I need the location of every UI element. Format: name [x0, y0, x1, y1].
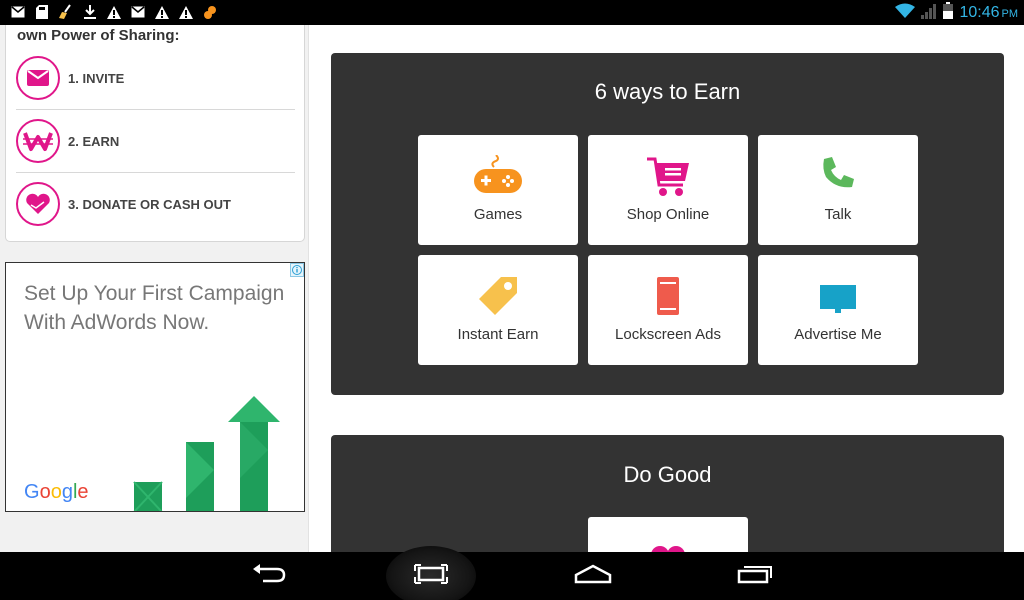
sharing-card: own Power of Sharing: 1. INVITE 2. EARN …: [5, 25, 305, 242]
ad-info-icon[interactable]: [290, 263, 304, 277]
invite-label: 1. INVITE: [68, 70, 125, 86]
mobile-icon: [588, 275, 748, 319]
tile-advertise-me[interactable]: Advertise Me: [758, 255, 918, 365]
tile-games[interactable]: Games: [418, 135, 578, 245]
google-logo: Google: [24, 481, 89, 504]
tile-label: Shop Online: [626, 206, 710, 223]
recents-button[interactable]: [715, 552, 795, 600]
screenshot-button[interactable]: [391, 552, 471, 600]
warning-icon: [178, 4, 194, 20]
back-button[interactable]: [229, 552, 309, 600]
system-status: 10:46 PM: [895, 2, 1018, 24]
earn-step[interactable]: 2. EARN: [16, 110, 295, 172]
donate-step[interactable]: 3. DONATE OR CASH OUT: [16, 173, 295, 235]
cart-icon: [588, 155, 748, 199]
warning-icon: [106, 4, 122, 20]
download-icon: [82, 4, 98, 20]
navigation-bar: [0, 546, 1024, 600]
phone-icon: [758, 155, 918, 199]
sharing-title: own Power of Sharing:: [17, 27, 180, 44]
clock: 10:46 PM: [959, 4, 1018, 22]
clock-ampm: PM: [1001, 8, 1019, 20]
advertisement[interactable]: Set Up Your First Campaign With AdWords …: [5, 262, 305, 512]
growth-chart-graphic: [133, 396, 280, 511]
google-letter: g: [61, 481, 73, 503]
google-letter: o: [39, 481, 51, 503]
tile-label: Advertise Me: [794, 326, 882, 343]
ad-text: Set Up Your First Campaign With AdWords …: [24, 282, 285, 334]
envelope-icon: [16, 56, 60, 100]
gmail-icon: [130, 4, 146, 20]
donate-label: 3. DONATE OR CASH OUT: [68, 196, 231, 212]
earn-panel-title: 6 ways to Earn: [594, 79, 741, 104]
recents-icon: [737, 564, 773, 589]
tile-label: Lockscreen Ads: [615, 326, 721, 343]
tile-instant-earn[interactable]: Instant Earn: [418, 255, 578, 365]
tile-lockscreen-ads[interactable]: Lockscreen Ads: [588, 255, 748, 365]
google-letter: o: [50, 481, 62, 503]
tile-label: Games: [473, 206, 523, 223]
broom-icon: [58, 4, 74, 20]
main-content: 6 ways to Earn Games Shop Online Talk In…: [310, 25, 1024, 552]
status-bar: 10:46 PM: [0, 0, 1024, 25]
home-button[interactable]: [553, 552, 633, 600]
tile-label: Instant Earn: [457, 326, 539, 343]
heart-icon: [588, 543, 748, 552]
wifi-icon: [895, 3, 916, 24]
screenshot-icon: [414, 563, 448, 589]
tag-icon: [418, 275, 578, 319]
earn-label: 2. EARN: [68, 133, 120, 149]
earn-panel: 6 ways to Earn Games Shop Online Talk In…: [331, 53, 1004, 395]
tile-shop-online[interactable]: Shop Online: [588, 135, 748, 245]
left-sidebar: own Power of Sharing: 1. INVITE 2. EARN …: [0, 25, 309, 552]
google-letter: e: [77, 481, 89, 503]
signal-icon: [921, 3, 937, 24]
invite-step[interactable]: 1. INVITE: [16, 47, 295, 109]
screen-icon: [758, 275, 918, 319]
google-letter: G: [24, 481, 40, 503]
gmail-icon: [10, 4, 26, 20]
tile-do-good[interactable]: [588, 517, 748, 552]
home-icon: [574, 564, 612, 589]
clock-time: 10:46: [959, 4, 1000, 21]
back-icon: [251, 563, 287, 590]
tile-talk[interactable]: Talk: [758, 135, 918, 245]
warning-icon: [154, 4, 170, 20]
w-coin-icon: [16, 119, 60, 163]
sd-card-icon: [34, 4, 50, 20]
squirrel-icon: [202, 4, 218, 20]
do-good-panel: Do Good: [331, 435, 1004, 552]
gamepad-icon: [418, 155, 578, 199]
tile-label: Talk: [824, 206, 852, 223]
do-good-title: Do Good: [623, 462, 712, 487]
heart-hand-icon: [16, 182, 60, 226]
notification-icons: [10, 4, 218, 20]
battery-icon: [943, 2, 954, 24]
